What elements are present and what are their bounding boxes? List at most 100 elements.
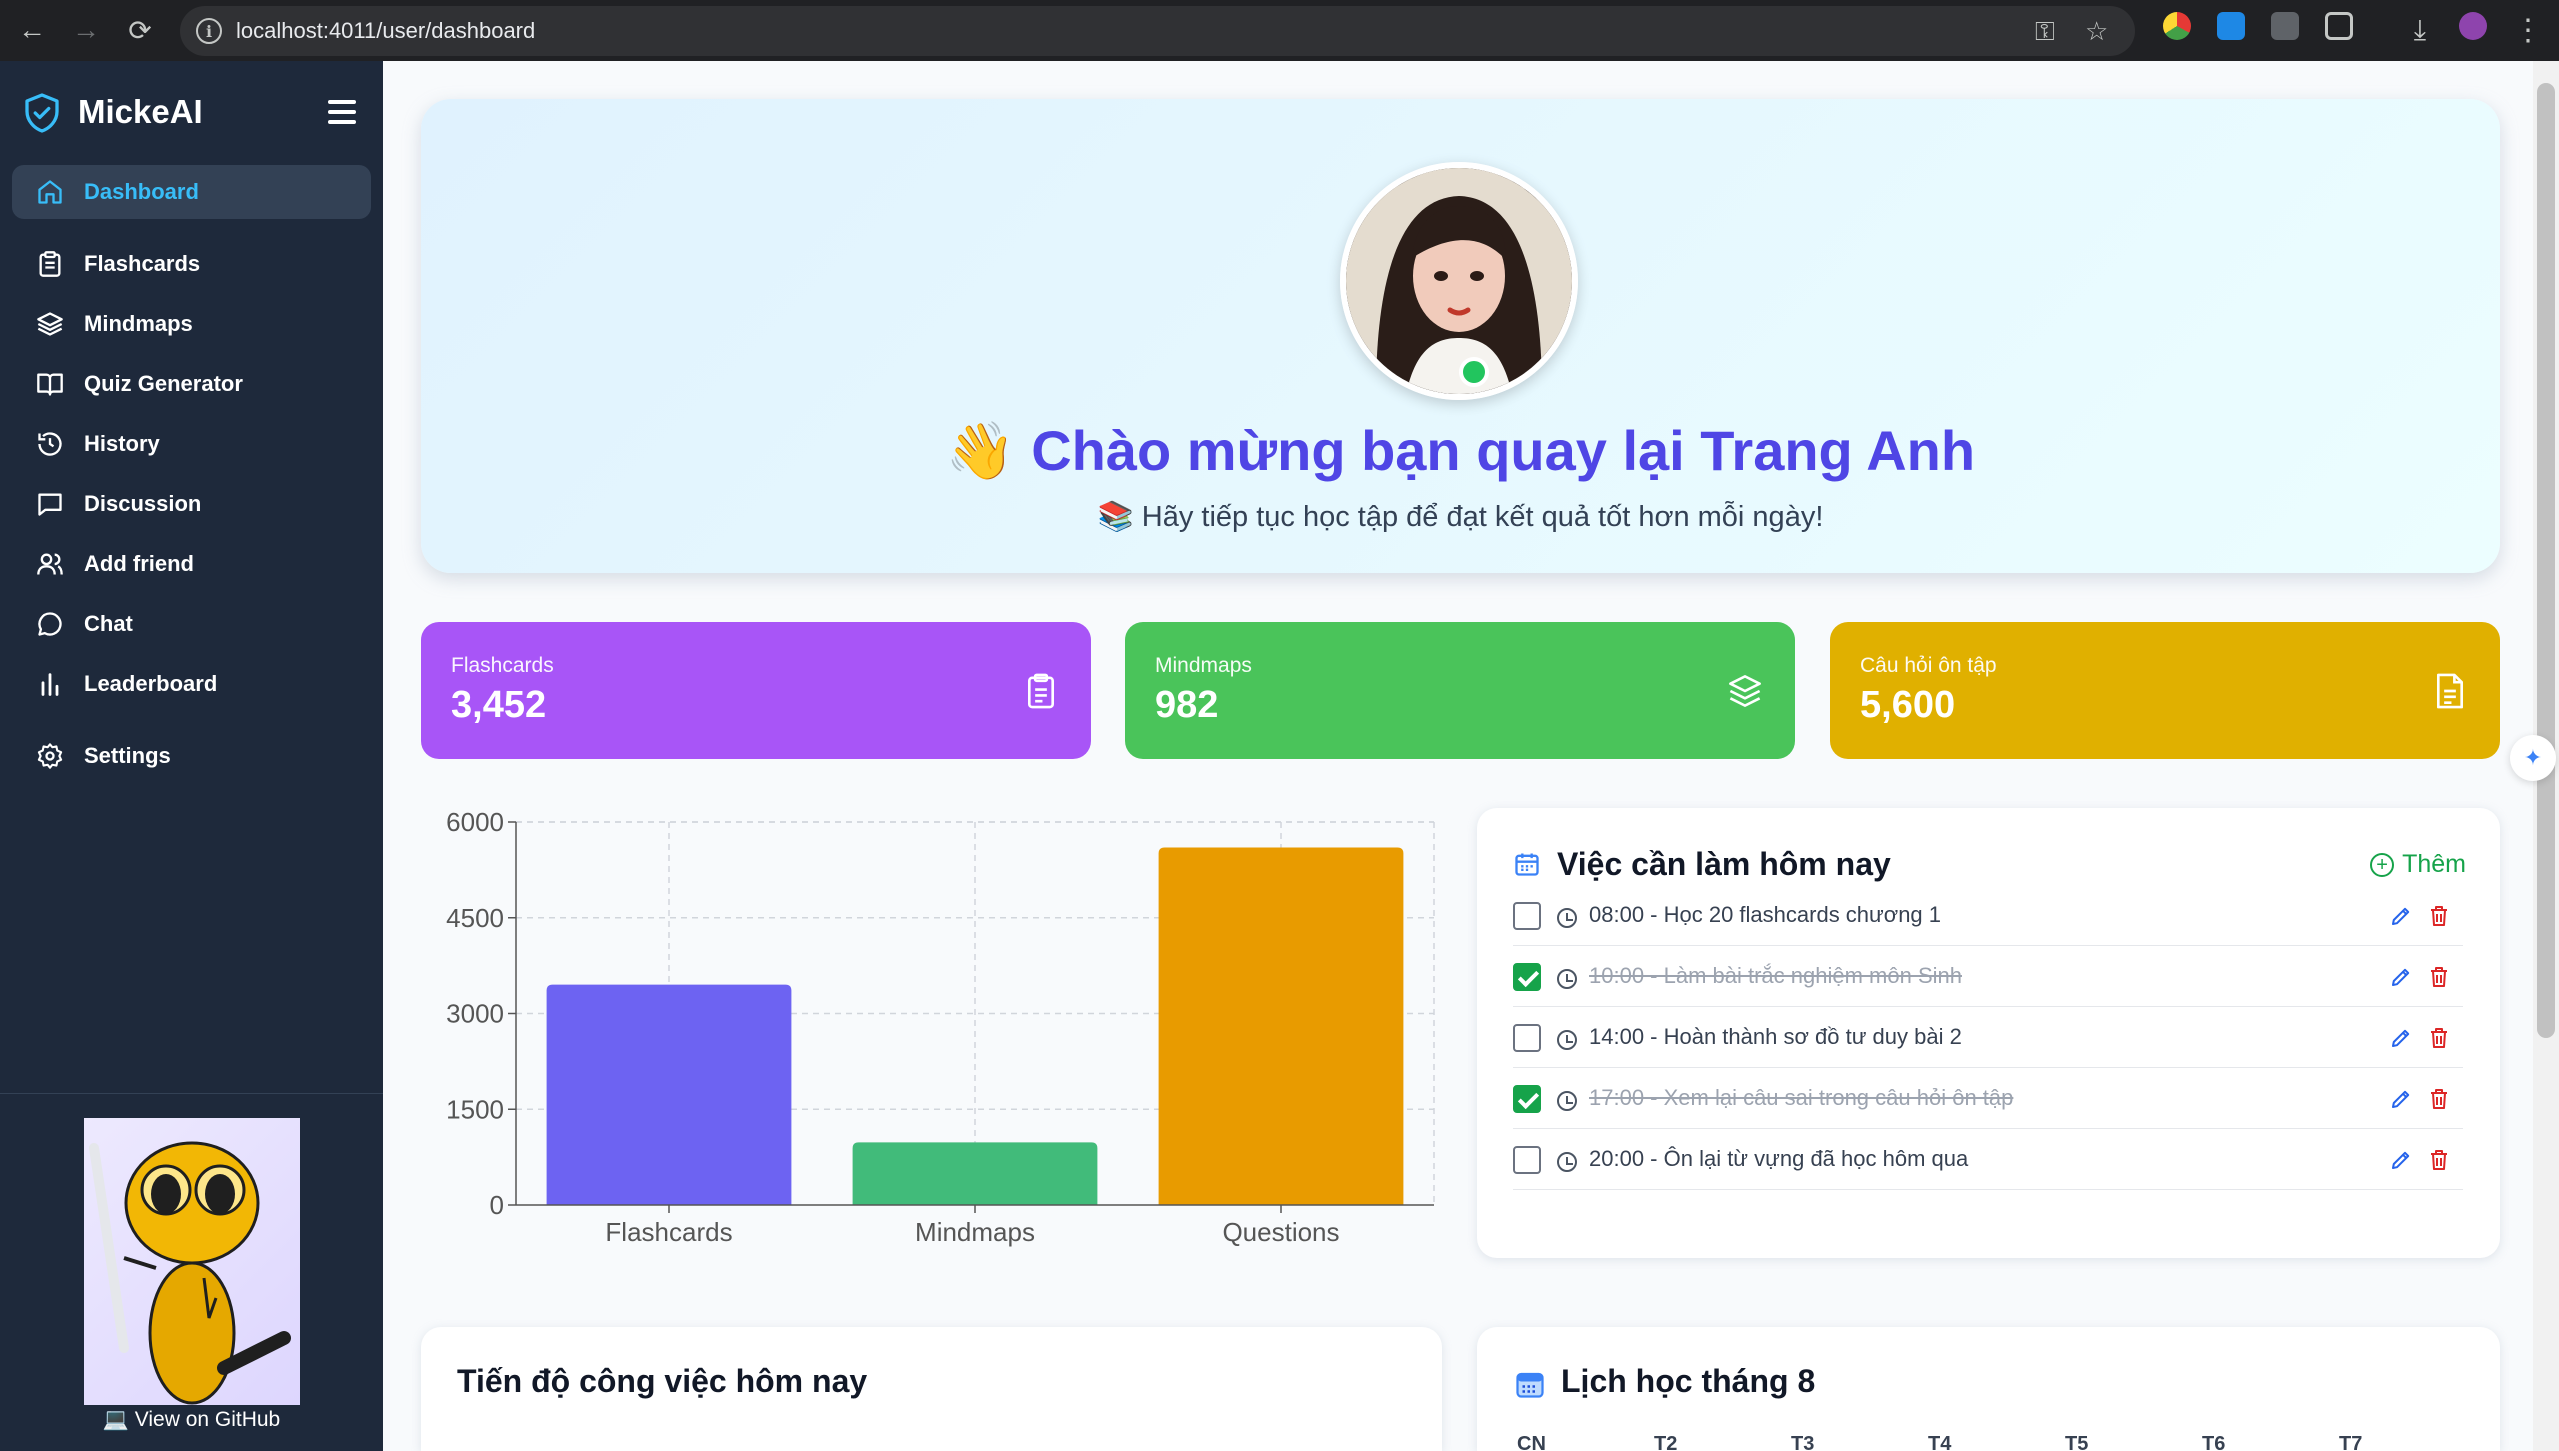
stat-value: 3,452 — [451, 684, 547, 726]
clipboard-icon — [1027, 673, 1055, 709]
sidebar-item-dashboard[interactable]: Dashboard — [12, 165, 371, 219]
edit-pencil-icon[interactable] — [2389, 965, 2413, 989]
address-bar[interactable]: i localhost:4011/user/dashboard ⚿ ☆ — [180, 6, 2135, 56]
clipboard-icon — [39, 251, 61, 277]
profile-avatar[interactable] — [2459, 12, 2487, 40]
sidebar-item-label: Flashcards — [84, 251, 201, 276]
todo-text: 14:00 - Hoàn thành sơ đồ tư duy bài 2 — [1589, 1024, 1962, 1049]
stats-bar-chart: 0 1500 3000 4500 6000 Flashcards Mindmaps Quest… — [421, 800, 1441, 1260]
add-todo-label: Thêm — [2402, 850, 2466, 878]
clock-icon — [1557, 1152, 1577, 1172]
reload-icon[interactable]: ⟳ — [122, 12, 158, 48]
trash-icon[interactable] — [2427, 965, 2451, 989]
extension-icon[interactable] — [2217, 12, 2245, 40]
stat-value: 5,600 — [1860, 684, 1956, 726]
extension-icon[interactable] — [2163, 12, 2191, 40]
key-icon[interactable]: ⚿ — [2035, 16, 2055, 48]
trash-icon[interactable] — [2427, 904, 2451, 928]
sidebar-item-flashcards[interactable]: Flashcards — [12, 237, 371, 291]
sidebar-item-discussion[interactable]: Discussion — [12, 477, 371, 531]
extension-icon[interactable] — [2271, 12, 2299, 40]
history-icon — [38, 432, 62, 456]
trash-icon[interactable] — [2427, 1026, 2451, 1050]
sidebar-item-mindmaps[interactable]: Mindmaps — [12, 297, 371, 351]
message-square-icon — [38, 493, 62, 516]
stat-label: Flashcards — [451, 654, 554, 677]
todo-checkbox[interactable] — [1513, 1085, 1541, 1113]
users-icon — [37, 553, 63, 575]
welcome-title: 👋 Chào mừng bạn quay lại Trang Anh — [421, 418, 2500, 484]
sidebar-item-label: History — [84, 431, 160, 456]
sidebar-item-settings[interactable]: Settings — [12, 729, 371, 783]
bookmark-star-icon[interactable]: ☆ — [2085, 16, 2108, 47]
scrollbar-thumb[interactable] — [2537, 83, 2555, 1038]
todo-item[interactable]: 20:00 - Ôn lại từ vựng đã học hôm qua — [1513, 1130, 2463, 1190]
welcome-title-text: Chào mừng bạn quay lại Trang Anh — [1031, 419, 1976, 482]
weekday-label: T3 — [1791, 1433, 1815, 1451]
extensions-puzzle-icon[interactable] — [2325, 12, 2353, 40]
add-todo-button[interactable]: + Thêm — [2370, 850, 2466, 879]
todo-checkbox[interactable] — [1513, 1024, 1541, 1052]
todo-card: Việc cần làm hôm nay + Thêm 08:00 - Học … — [1477, 808, 2500, 1258]
gear-icon — [37, 743, 63, 769]
download-icon[interactable]: ⤓ — [2402, 12, 2438, 48]
todo-text: 08:00 - Học 20 flashcards chương 1 — [1589, 902, 1942, 927]
github-link[interactable]: 💻 View on GitHub — [0, 1408, 383, 1432]
todo-item[interactable]: 17:00 - Xem lại câu sai trong câu hỏi ôn… — [1513, 1069, 2463, 1129]
edit-pencil-icon[interactable] — [2389, 1148, 2413, 1172]
back-icon[interactable]: ← — [14, 12, 50, 48]
layers-icon — [1729, 675, 1761, 707]
todo-checkbox[interactable] — [1513, 902, 1541, 930]
clock-icon — [1557, 1091, 1577, 1111]
todo-item[interactable]: 10:00 - Làm bài trắc nghiệm môn Sinh — [1513, 947, 2463, 1007]
site-info-icon[interactable]: i — [196, 18, 222, 44]
calendar-card-title: Lịch học tháng 8 — [1561, 1363, 1816, 1399]
mascot-illustration — [89, 1141, 291, 1405]
y-tick-label: 0 — [490, 1190, 504, 1220]
avatar-photo — [1346, 168, 1572, 394]
browser-toolbar: ← → ⟳ i localhost:4011/user/dashboard ⚿ … — [0, 0, 2559, 61]
sidebar-item-label: Dashboard — [84, 179, 199, 204]
todo-checkbox[interactable] — [1513, 1146, 1541, 1174]
stat-card-mindmaps[interactable]: Mindmaps 982 — [1125, 622, 1795, 759]
bar-chart-icon — [41, 673, 59, 696]
sidebar-item-history[interactable]: History — [12, 417, 371, 471]
edit-pencil-icon[interactable] — [2389, 1087, 2413, 1111]
sidebar-item-add-friend[interactable]: Add friend — [12, 537, 371, 591]
stat-label: Mindmaps — [1155, 654, 1252, 677]
stat-card-flashcards[interactable]: Flashcards 3,452 — [421, 622, 1091, 759]
forward-icon[interactable]: → — [68, 12, 104, 48]
todo-text: 17:00 - Xem lại câu sai trong câu hỏi ôn… — [1589, 1085, 2014, 1110]
todo-title: Việc cần làm hôm nay — [1557, 846, 1891, 882]
trash-icon[interactable] — [2427, 1148, 2451, 1172]
layers-icon — [37, 312, 63, 336]
trash-icon[interactable] — [2427, 1087, 2451, 1111]
sidebar-item-leaderboard[interactable]: Leaderboard — [12, 657, 371, 711]
stat-card-review-questions[interactable]: Câu hỏi ôn tập 5,600 — [1830, 622, 2500, 759]
bar-chart-svg: 0 1500 3000 4500 6000 Flashcards Mindmaps Quest… — [446, 807, 1435, 1247]
sidebar-item-label: Chat — [84, 611, 133, 636]
stat-value: 982 — [1155, 684, 1219, 726]
sparkle-assistant-icon[interactable]: ✦ — [2510, 735, 2556, 781]
todo-item[interactable]: 08:00 - Học 20 flashcards chương 1 — [1513, 886, 2463, 946]
todo-item[interactable]: 14:00 - Hoàn thành sơ đồ tư duy bài 2 — [1513, 1008, 2463, 1068]
todo-text: 10:00 - Làm bài trắc nghiệm môn Sinh — [1589, 963, 1962, 988]
sidebar-item-label: Settings — [84, 743, 171, 768]
sidebar-item-label: Mindmaps — [84, 311, 193, 336]
bar-questions[interactable] — [1158, 847, 1404, 1205]
edit-pencil-icon[interactable] — [2389, 904, 2413, 928]
bar-flashcards[interactable] — [546, 984, 792, 1205]
edit-pencil-icon[interactable] — [2389, 1026, 2413, 1050]
sidebar-item-quiz-generator[interactable]: Quiz Generator — [12, 357, 371, 411]
clock-icon — [1557, 908, 1577, 928]
hamburger-menu-icon[interactable] — [328, 100, 356, 124]
avatar[interactable] — [1340, 162, 1578, 400]
url-text[interactable]: localhost:4011/user/dashboard — [236, 18, 535, 44]
plus-circle-icon: + — [2370, 852, 2395, 877]
bar-mindmaps[interactable] — [852, 1142, 1098, 1205]
todo-checkbox[interactable] — [1513, 963, 1541, 991]
sidebar-item-label: Discussion — [84, 491, 202, 516]
menu-kebab-icon[interactable]: ⋮ — [2510, 12, 2546, 48]
sidebar-item-chat[interactable]: Chat — [12, 597, 371, 651]
brand-name: MickeAI — [78, 93, 203, 130]
